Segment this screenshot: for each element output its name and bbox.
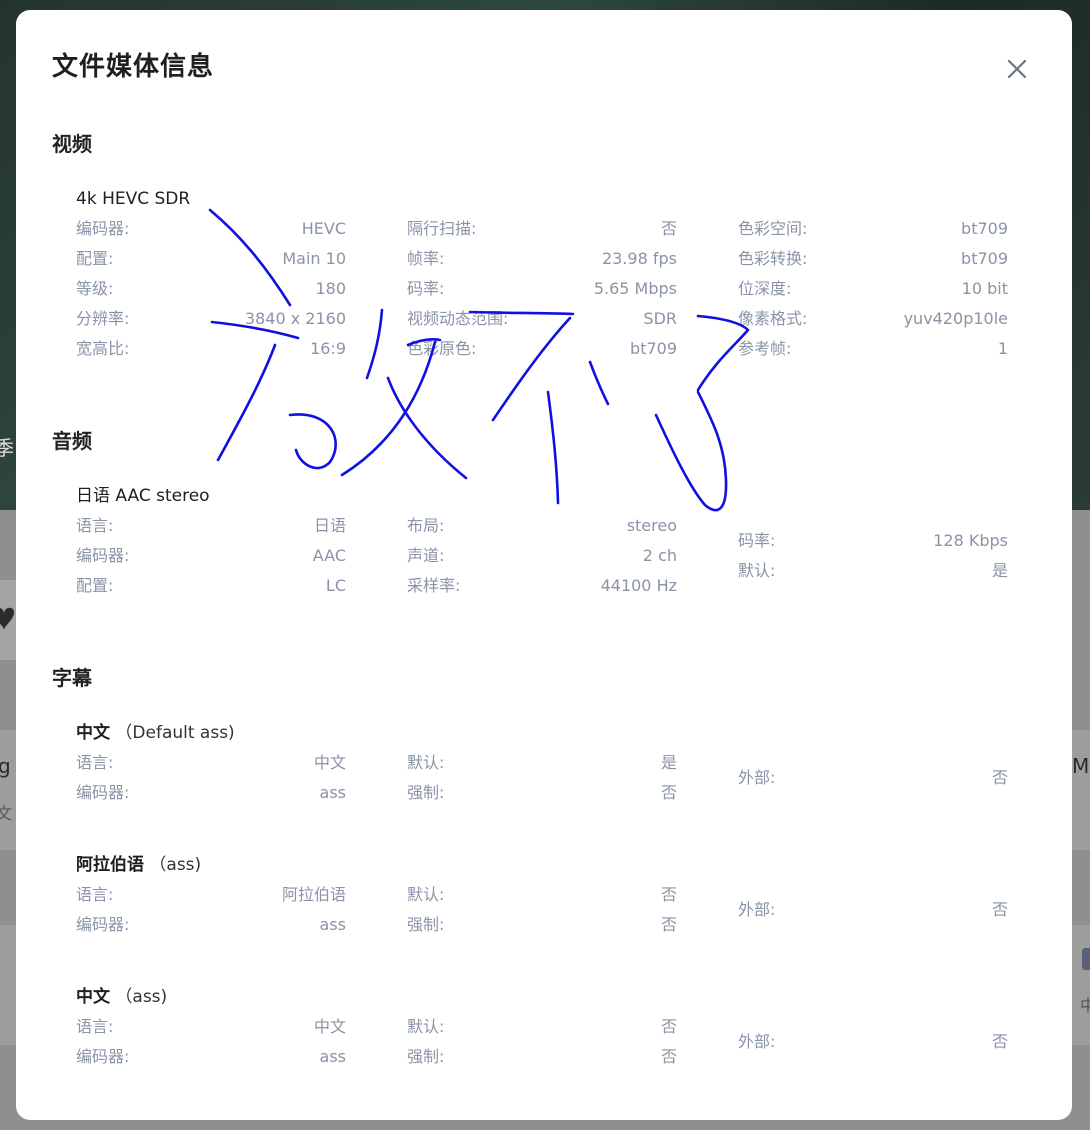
audio-stream: 日语 AAC stereo 语言: 日语 编码器: AAC 配置: LC 布局: ste… <box>76 481 1016 661</box>
info-row: 默认: 是 <box>407 753 677 772</box>
background-text: Mu <box>1072 754 1090 778</box>
subtitle-name: 阿拉伯语 <box>76 855 144 875</box>
subtitle-col-2: 默认: 否 强制: 否 <box>407 1012 677 1072</box>
info-row: 外部: 否 <box>738 768 1008 787</box>
heart-icon[interactable] <box>0 600 16 636</box>
info-row: 默认: 否 <box>407 885 677 904</box>
subtitle-col-3: 外部: 否 <box>738 763 1008 793</box>
video-col-3: 色彩空间: bt709 色彩转换: bt709 位深度: 10 bit 像素格式: yu… <box>738 214 1008 364</box>
subtitle-col-2: 默认: 否 强制: 否 <box>407 880 677 940</box>
info-row: 采样率: 44100 Hz <box>407 576 677 595</box>
info-row: 默认: 是 <box>738 561 1008 580</box>
background-text: 中 <box>1080 996 1090 1015</box>
video-stream-title: 4k HEVC SDR <box>76 189 191 209</box>
background-text: g <box>0 754 11 778</box>
audio-col-2: 布局: stereo 声道: 2 ch 采样率: 44100 Hz <box>407 511 677 601</box>
info-row: 编码器: ass <box>76 915 346 934</box>
dialog-title: 文件媒体信息 <box>52 52 215 82</box>
info-row: 语言: 日语 <box>76 516 346 535</box>
info-row: 码率: 128 Kbps <box>738 531 1008 550</box>
info-row: 外部: 否 <box>738 1032 1008 1051</box>
subtitle-track-title: 中文 （ass) <box>76 982 1016 1012</box>
video-col-2: 隔行扫描: 否 帧率: 23.98 fps 码率: 5.65 Mbps 视频动态范围:… <box>407 214 677 364</box>
subtitle-col-3: 外部: 否 <box>738 1027 1008 1057</box>
background-text: 文 <box>0 804 13 823</box>
info-row: 配置: Main 10 <box>76 249 346 268</box>
info-row: 强制: 否 <box>407 915 677 934</box>
info-row: 声道: 2 ch <box>407 546 677 565</box>
info-row: 配置: LC <box>76 576 346 595</box>
background-card <box>0 925 16 1045</box>
video-stream: 4k HEVC SDR 编码器: HEVC 配置: Main 10 等级: 180 分… <box>76 184 1016 364</box>
info-row: 强制: 否 <box>407 783 677 802</box>
info-row: 编码器: AAC <box>76 546 346 565</box>
subtitle-detail: （ass) <box>115 987 168 1007</box>
video-section-title: 视频 <box>52 132 92 156</box>
info-row: 等级: 180 <box>76 279 346 298</box>
background-card <box>1072 925 1090 1045</box>
subtitle-track: 中文 （Default ass) 语言: 中文 编码器: ass 默认: 是 强制: 否… <box>76 718 1016 808</box>
info-row: 编码器: ass <box>76 1047 346 1066</box>
info-row: 布局: stereo <box>407 516 677 535</box>
subtitle-col-1: 语言: 阿拉伯语 编码器: ass <box>76 880 346 940</box>
info-row: 分辨率: 3840 x 2160 <box>76 309 346 328</box>
subtitle-track-title: 阿拉伯语 （ass) <box>76 850 1016 880</box>
subtitle-name: 中文 <box>76 987 110 1007</box>
background-text: 季 <box>0 436 14 460</box>
subtitle-col-3: 外部: 否 <box>738 895 1008 925</box>
close-icon <box>1007 59 1027 79</box>
subtitle-name: 中文 <box>76 723 110 743</box>
background-card <box>0 730 16 850</box>
subtitle-track-title: 中文 （Default ass) <box>76 718 1016 748</box>
info-row: 编码器: HEVC <box>76 219 346 238</box>
info-row: 色彩原色: bt709 <box>407 339 677 358</box>
info-row: 色彩转换: bt709 <box>738 249 1008 268</box>
info-row: 外部: 否 <box>738 900 1008 919</box>
info-row: 语言: 阿拉伯语 <box>76 885 346 904</box>
info-row: 隔行扫描: 否 <box>407 219 677 238</box>
subtitle-section-title: 字幕 <box>52 666 92 690</box>
audio-section-title: 音频 <box>52 429 92 453</box>
info-row: 色彩空间: bt709 <box>738 219 1008 238</box>
info-row: 视频动态范围: SDR <box>407 309 677 328</box>
subtitle-track: 阿拉伯语 （ass) 语言: 阿拉伯语 编码器: ass 默认: 否 强制: 否 外部:… <box>76 850 1016 940</box>
subtitle-track: 中文 （ass) 语言: 中文 编码器: ass 默认: 否 强制: 否 外部: 否 <box>76 982 1016 1072</box>
info-row: 强制: 否 <box>407 1047 677 1066</box>
audio-col-3: 码率: 128 Kbps 默认: 是 <box>738 526 1008 586</box>
background-card <box>1072 730 1090 850</box>
subtitle-col-2: 默认: 是 强制: 否 <box>407 748 677 808</box>
subtitle-col-1: 语言: 中文 编码器: ass <box>76 748 346 808</box>
subtitle-col-1: 语言: 中文 编码器: ass <box>76 1012 346 1072</box>
video-col-1: 编码器: HEVC 配置: Main 10 等级: 180 分辨率: 3840 x 21… <box>76 214 346 364</box>
info-row: 参考帧: 1 <box>738 339 1008 358</box>
media-info-dialog: 文件媒体信息 视频 4k HEVC SDR 编码器: HEVC 配置: Main 1… <box>16 10 1072 1120</box>
info-row: 默认: 否 <box>407 1017 677 1036</box>
background-icon <box>1082 948 1090 970</box>
info-row: 码率: 5.65 Mbps <box>407 279 677 298</box>
subtitle-detail: （Default ass) <box>115 723 235 743</box>
info-row: 语言: 中文 <box>76 753 346 772</box>
audio-stream-title: 日语 AAC stereo <box>76 486 210 506</box>
close-button[interactable] <box>1002 54 1032 84</box>
audio-col-1: 语言: 日语 编码器: AAC 配置: LC <box>76 511 346 601</box>
info-row: 编码器: ass <box>76 783 346 802</box>
info-row: 宽高比: 16:9 <box>76 339 346 358</box>
info-row: 像素格式: yuv420p10le <box>738 309 1008 328</box>
subtitle-detail: （ass) <box>149 855 202 875</box>
info-row: 位深度: 10 bit <box>738 279 1008 298</box>
info-row: 语言: 中文 <box>76 1017 346 1036</box>
info-row: 帧率: 23.98 fps <box>407 249 677 268</box>
